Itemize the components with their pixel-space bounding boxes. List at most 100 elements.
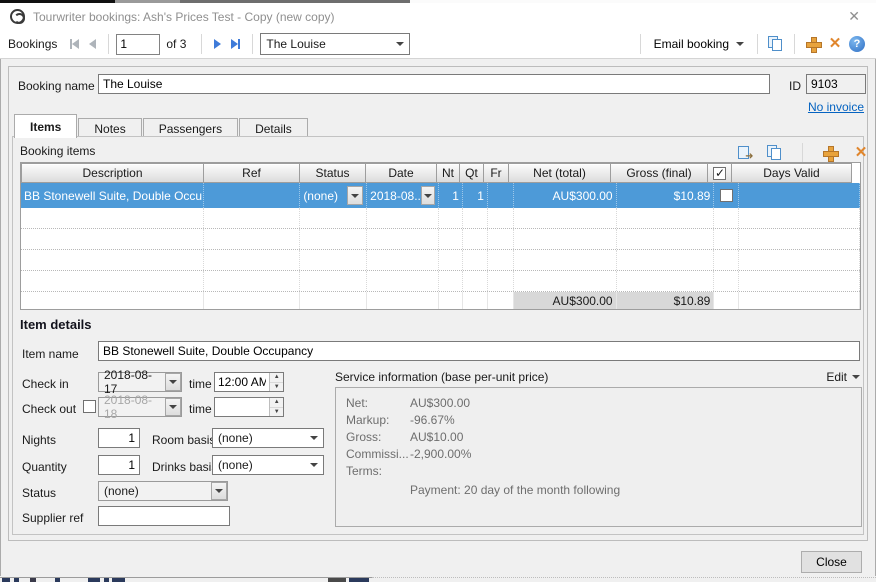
copy-booking-button[interactable]	[765, 33, 787, 55]
window-title: Tourwriter bookings: Ash's Prices Test -…	[33, 10, 335, 24]
cell-status[interactable]: (none)	[300, 183, 367, 208]
cell-date[interactable]: 2018-08..	[367, 183, 439, 208]
copy-icon	[768, 36, 784, 52]
cell-description[interactable]: BB Stonewell Suite, Double Occu..	[21, 183, 204, 208]
add-booking-button[interactable]	[802, 33, 824, 55]
table-row[interactable]: BB Stonewell Suite, Double Occu.. (none)…	[21, 183, 860, 208]
svc-label: Net:	[346, 395, 410, 412]
column-header-status[interactable]: Status	[299, 163, 366, 183]
check-in-date-dropdown-button[interactable]	[165, 373, 181, 391]
status-dropdown-button[interactable]	[347, 186, 363, 205]
cell-checkbox[interactable]	[714, 183, 739, 208]
copy-item-button[interactable]	[764, 142, 786, 164]
total-net: AU$300.00	[514, 292, 617, 309]
cell-nt[interactable]: 1	[439, 183, 463, 208]
check-out-time-input[interactable]	[215, 398, 269, 416]
table-row-empty[interactable]	[21, 229, 860, 250]
row-checkbox[interactable]	[720, 189, 733, 202]
column-header-fr[interactable]: Fr	[483, 163, 509, 183]
chevron-down-icon	[396, 42, 404, 46]
toolbar-separator	[757, 34, 758, 54]
column-header-gross[interactable]: Gross (final)	[610, 163, 708, 183]
room-basis-dropdown[interactable]: (none)	[212, 428, 324, 448]
record-count-label: of 3	[166, 37, 186, 51]
service-info-panel: Net:AU$300.00 Markup:-96.67% Gross:AU$10…	[335, 387, 862, 527]
supplier-ref-input[interactable]	[98, 506, 230, 526]
app-icon	[10, 9, 25, 24]
last-record-button[interactable]	[226, 33, 245, 55]
window-left-edge	[0, 59, 1, 582]
close-button[interactable]: Close	[801, 551, 862, 573]
tab-passengers[interactable]: Passengers	[143, 118, 238, 138]
booking-name-input[interactable]	[98, 74, 770, 94]
drinks-basis-dropdown[interactable]: (none)	[212, 455, 324, 475]
delete-booking-button[interactable]: ✕	[824, 33, 846, 55]
spinner-buttons[interactable]: ▲▼	[269, 398, 283, 416]
edit-button[interactable]: Edit	[826, 370, 860, 384]
table-row-empty[interactable]	[21, 250, 860, 271]
check-out-time-spinner[interactable]: ▲▼	[214, 397, 284, 417]
tab-notes[interactable]: Notes	[78, 118, 141, 138]
quantity-input[interactable]	[98, 455, 140, 475]
check-in-date-picker[interactable]: 2018-08-17	[98, 372, 182, 392]
delete-item-button[interactable]: ✕	[850, 142, 872, 164]
room-basis-label: Room basis	[152, 433, 215, 447]
spinner-buttons[interactable]: ▲▼	[269, 373, 283, 391]
spin-up-icon[interactable]: ▲	[270, 398, 283, 408]
table-row-empty[interactable]	[21, 208, 860, 229]
column-header-nt[interactable]: Nt	[436, 163, 460, 183]
copy-icon	[767, 145, 783, 161]
cell-qt[interactable]: 1	[463, 183, 488, 208]
tab-details[interactable]: Details	[239, 118, 308, 138]
booking-name-label: Booking name	[18, 79, 95, 93]
check-in-date-value: 2018-08-17	[104, 368, 165, 396]
column-header-checkbox[interactable]	[707, 163, 732, 183]
date-dropdown-button[interactable]	[421, 186, 435, 205]
chevron-down-icon	[169, 405, 177, 409]
cell-ref[interactable]	[204, 183, 301, 208]
insert-item-button[interactable]: ➜	[733, 142, 755, 164]
nights-input[interactable]	[98, 428, 140, 448]
email-booking-button[interactable]: Email booking	[648, 34, 750, 54]
total-gross: $10.89	[617, 292, 715, 309]
spin-up-icon[interactable]: ▲	[270, 373, 283, 383]
check-in-label: Check in	[22, 377, 69, 391]
previous-record-button[interactable]	[84, 33, 101, 55]
first-record-button[interactable]	[65, 33, 84, 55]
svc-row-payment: Payment: 20 day of the month following	[346, 482, 861, 499]
column-header-net[interactable]: Net (total)	[508, 163, 611, 183]
check-in-time-spinner[interactable]: ▲▼	[214, 372, 284, 392]
status-dropdown[interactable]: (none)	[98, 481, 228, 501]
booking-selector-dropdown[interactable]: The Louise	[260, 33, 410, 55]
cell-gross[interactable]: $10.89	[617, 183, 715, 208]
column-header-days-valid[interactable]: Days Valid	[731, 163, 852, 183]
chevron-down-icon	[310, 436, 318, 440]
next-record-button[interactable]	[209, 33, 226, 55]
column-header-date[interactable]: Date	[365, 163, 437, 183]
check-out-checkbox[interactable]	[83, 400, 96, 413]
spin-down-icon[interactable]: ▼	[270, 383, 283, 392]
no-invoice-link[interactable]: No invoice	[808, 100, 864, 114]
column-header-ref[interactable]: Ref	[203, 163, 300, 183]
cell-days-valid[interactable]	[739, 183, 860, 208]
tab-items[interactable]: Items	[14, 114, 77, 138]
column-header-description[interactable]: Description	[21, 163, 204, 183]
booking-items-grid: Description Ref Status Date Nt Qt Fr Net…	[20, 162, 861, 310]
navigation-toolbar: Bookings of 3 The Louise Email booking ✕…	[0, 30, 876, 59]
add-item-button[interactable]	[819, 142, 841, 164]
email-booking-label: Email booking	[654, 37, 729, 51]
svc-value: -96.67%	[410, 412, 455, 429]
table-row-empty[interactable]	[21, 271, 860, 292]
window-close-icon[interactable]: ✕	[842, 6, 866, 27]
cell-fr[interactable]	[488, 183, 514, 208]
header-checkbox[interactable]	[713, 167, 726, 180]
status-dropdown-button[interactable]	[211, 482, 227, 500]
record-index-input[interactable]	[116, 34, 160, 55]
help-button[interactable]: ?	[846, 33, 868, 55]
item-name-input[interactable]	[98, 341, 860, 361]
grid-totals-row: AU$300.00 $10.89	[21, 292, 860, 309]
check-in-time-input[interactable]	[215, 373, 269, 391]
column-header-qt[interactable]: Qt	[459, 163, 484, 183]
spin-down-icon[interactable]: ▼	[270, 408, 283, 417]
cell-net[interactable]: AU$300.00	[514, 183, 617, 208]
